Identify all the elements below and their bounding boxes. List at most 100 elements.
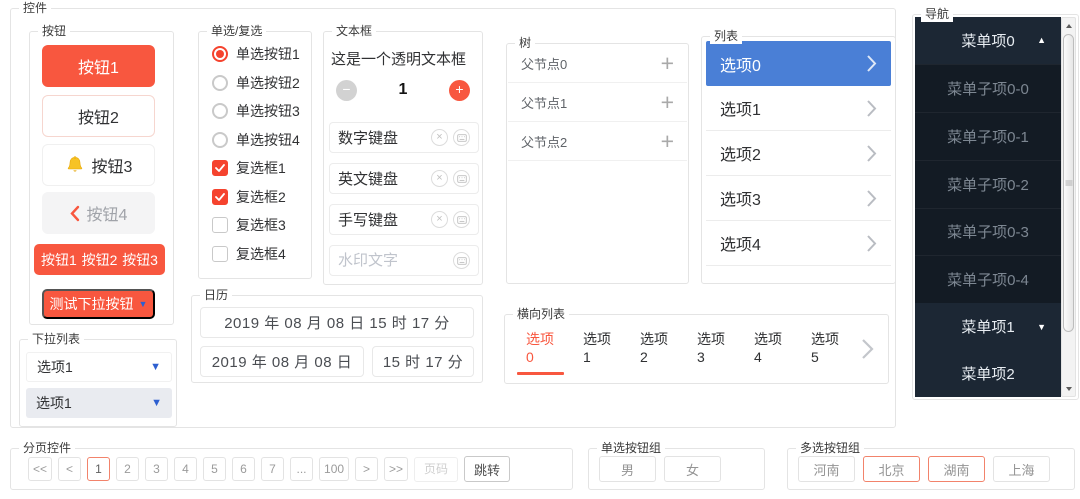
radio-option[interactable]: 单选按钮3 xyxy=(212,103,311,119)
plus-icon[interactable]: + xyxy=(449,79,470,101)
nav-submenu-item[interactable]: 菜单子项0-0 xyxy=(915,63,1061,112)
radio-option[interactable]: 单选按钮1 xyxy=(212,46,311,62)
tree-node-label: 父节点2 xyxy=(521,134,568,150)
ellipsis-button[interactable]: ... xyxy=(290,457,314,481)
dropdown-select-1[interactable]: 选项1 ▼ xyxy=(26,352,172,382)
list-item-label: 选项1 xyxy=(720,102,761,119)
keyboard-icon[interactable] xyxy=(453,211,470,228)
checkbox-icon xyxy=(212,188,228,205)
checkbox-option[interactable]: 复选框4 xyxy=(212,245,311,262)
expand-plus-icon[interactable]: + xyxy=(661,90,674,114)
expand-plus-icon[interactable]: + xyxy=(661,129,674,153)
tree-node[interactable]: 父节点2 + xyxy=(508,122,687,161)
button-group-item[interactable]: 按钮2 xyxy=(82,250,118,270)
dropdown-groupbox: 下拉列表 选项1 ▼ 选项1 ▼ xyxy=(19,332,177,427)
gender-female-button[interactable]: 女 xyxy=(664,456,721,482)
page-button[interactable]: 100 xyxy=(319,457,350,481)
radio-option[interactable]: 单选按钮2 xyxy=(212,74,311,91)
button-group[interactable]: 按钮1 按钮2 按钮3 xyxy=(34,244,165,275)
page-button[interactable]: 4 xyxy=(174,457,198,481)
checkbox-option[interactable]: 复选框3 xyxy=(212,217,311,233)
date-picker[interactable]: 2019 年 08 月 08 日 xyxy=(200,346,364,377)
hlist-item[interactable]: 选项0 xyxy=(517,317,564,381)
pagination-bar: << < 1 2 3 4 5 6 7 ... 100 > >> 跳转 xyxy=(11,449,572,489)
handwriting-keyboard-input[interactable] xyxy=(338,211,426,228)
dropdown-test-button[interactable]: 测试下拉按钮 ▼ xyxy=(42,289,155,319)
transparent-textbox[interactable]: 这是一个透明文本框 xyxy=(331,48,466,69)
checkbox-label: 复选框2 xyxy=(236,188,286,205)
region-button-hunan[interactable]: 湖南 xyxy=(928,456,985,482)
hlist-item[interactable]: 选项2 xyxy=(633,317,676,381)
page-button[interactable]: 6 xyxy=(232,457,256,481)
page-button[interactable]: 5 xyxy=(203,457,227,481)
scroll-up-icon[interactable] xyxy=(1062,19,1075,32)
nav-menu-item-2[interactable]: 菜单项2 xyxy=(915,350,1061,397)
checkbox-option[interactable]: 复选框2 xyxy=(212,188,311,205)
hlist-item[interactable]: 选项5 xyxy=(804,317,847,381)
nav-submenu-item[interactable]: 菜单子项0-1 xyxy=(915,111,1061,160)
button-2[interactable]: 按钮2 xyxy=(42,95,155,137)
button-group-item[interactable]: 按钮1 xyxy=(41,250,77,270)
minus-icon[interactable]: − xyxy=(336,79,357,101)
page-button[interactable]: 7 xyxy=(261,457,285,481)
numeric-keyboard-input[interactable] xyxy=(338,129,426,146)
page-button-current[interactable]: 1 xyxy=(87,457,111,481)
time-picker[interactable]: 15 时 17 分 xyxy=(372,346,474,377)
watermark-input[interactable] xyxy=(338,252,448,269)
hlist-item[interactable]: 选项1 xyxy=(576,317,619,381)
list-item[interactable]: 选项3 xyxy=(706,176,891,221)
nav-menu-item-0[interactable]: 菜单项0 ▲ xyxy=(915,17,1061,64)
page-button[interactable]: 3 xyxy=(145,457,169,481)
region-button-shanghai[interactable]: 上海 xyxy=(993,456,1050,482)
jump-button[interactable]: 跳转 xyxy=(464,456,511,482)
checkbox-option[interactable]: 复选框1 xyxy=(212,160,311,176)
chevron-right-icon[interactable] xyxy=(861,337,874,361)
hlist-item[interactable]: 选项4 xyxy=(747,317,790,381)
page-number-input[interactable] xyxy=(414,456,459,482)
dropdown-test-button-label: 测试下拉按钮 xyxy=(49,296,134,312)
gender-male-button[interactable]: 男 xyxy=(599,456,656,482)
list-item[interactable]: 选项0 xyxy=(706,41,891,86)
clear-icon[interactable]: × xyxy=(431,129,448,146)
clear-icon[interactable]: × xyxy=(431,170,448,187)
keyboard-icon[interactable] xyxy=(453,170,470,187)
dropdown-arrow-icon: ▼ xyxy=(138,299,148,309)
tree-node-label: 父节点1 xyxy=(521,95,568,111)
button-3[interactable]: 按钮3 xyxy=(42,144,155,186)
nav-scrollbar[interactable] xyxy=(1061,17,1076,397)
nav-submenu-item[interactable]: 菜单子项0-2 xyxy=(915,159,1061,208)
clear-icon[interactable]: × xyxy=(431,211,448,228)
button-group-item[interactable]: 按钮3 xyxy=(122,250,158,270)
page-button[interactable]: 2 xyxy=(116,457,140,481)
radio-check-list: 单选按钮1 单选按钮2 单选按钮3 单选按钮4 复选框1 复选框2 复选框3 复… xyxy=(199,32,311,278)
horizontal-list-legend: 横向列表 xyxy=(513,307,570,322)
english-keyboard-input[interactable] xyxy=(338,170,426,187)
scrollbar-thumb[interactable] xyxy=(1063,34,1074,332)
nav-submenu-item[interactable]: 菜单子项0-3 xyxy=(915,207,1061,256)
region-button-henan[interactable]: 河南 xyxy=(798,456,855,482)
radio-option[interactable]: 单选按钮4 xyxy=(212,131,311,148)
next-page-button[interactable]: > xyxy=(355,457,379,481)
datetime-picker-full[interactable]: 2019 年 08 月 08 日 15 时 17 分 xyxy=(200,307,474,338)
hlist-item[interactable]: 选项3 xyxy=(690,317,733,381)
scroll-down-icon[interactable] xyxy=(1062,382,1075,395)
calendar-legend: 日历 xyxy=(200,288,233,303)
keyboard-icon[interactable] xyxy=(453,252,470,269)
nav-menu-item-1[interactable]: 菜单项1 ▼ xyxy=(915,303,1061,351)
dropdown-select-2[interactable]: 选项1 ▼ xyxy=(26,388,172,418)
expand-plus-icon[interactable]: + xyxy=(661,51,674,75)
region-button-beijing[interactable]: 北京 xyxy=(863,456,920,482)
button-1[interactable]: 按钮1 xyxy=(42,45,155,87)
prev-page-button[interactable]: < xyxy=(58,457,82,481)
list-item[interactable]: 选项4 xyxy=(706,221,891,266)
last-page-button[interactable]: >> xyxy=(384,457,409,481)
button-4[interactable]: 按钮4 xyxy=(42,192,155,234)
tree-node[interactable]: 父节点1 + xyxy=(508,83,687,122)
list-item[interactable]: 选项1 xyxy=(706,86,891,131)
tree-groupbox: 树 父节点0 + 父节点1 + 父节点2 + xyxy=(506,36,689,284)
list-item[interactable]: 选项2 xyxy=(706,131,891,176)
first-page-button[interactable]: << xyxy=(28,457,53,481)
keyboard-icon[interactable] xyxy=(453,129,470,146)
nav-item-label: 菜单子项0-4 xyxy=(947,272,1029,290)
nav-submenu-item[interactable]: 菜单子项0-4 xyxy=(915,255,1061,304)
